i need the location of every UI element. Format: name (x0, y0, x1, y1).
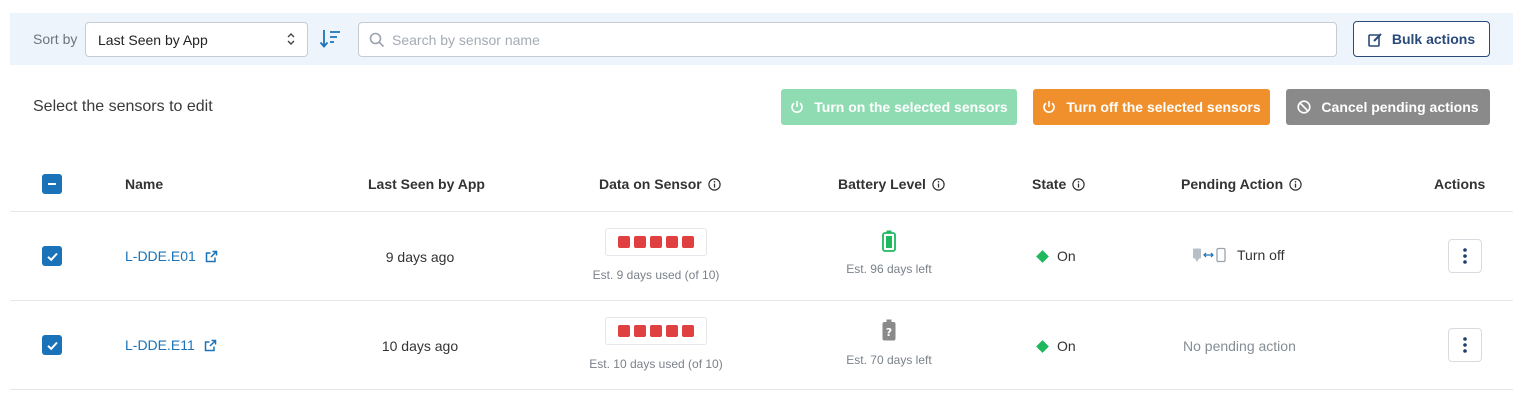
svg-text:?: ? (886, 326, 892, 339)
column-header-last-seen[interactable]: Last Seen by App (368, 176, 485, 192)
sort-by-select[interactable]: Last Seen by App (85, 22, 308, 57)
state-value: On (1057, 248, 1076, 264)
sensor-name: L-DDE.E01 (125, 248, 196, 264)
cancel-pending-button[interactable]: Cancel pending actions (1286, 89, 1490, 125)
last-seen-value: 10 days ago (381, 338, 459, 354)
row-actions-menu-button[interactable] (1448, 239, 1482, 273)
info-icon[interactable] (708, 177, 721, 191)
sensor-search-input[interactable] (392, 25, 1322, 54)
battery-unknown-icon: ? (882, 319, 896, 341)
row-checkbox[interactable] (42, 335, 62, 355)
select-updown-icon (287, 33, 295, 45)
data-block (666, 236, 678, 248)
sync-to-device-icon (1193, 247, 1226, 263)
turn-off-label: Turn off the selected sensors (1066, 99, 1261, 115)
section-title: Select the sensors to edit (33, 98, 213, 115)
row-checkbox[interactable] (42, 246, 62, 266)
more-vertical-icon (1463, 248, 1467, 264)
external-link-icon (204, 339, 217, 351)
sensor-search-box (358, 22, 1337, 57)
column-header-pending[interactable]: Pending Action (1181, 176, 1302, 192)
turn-on-selected-button[interactable]: Turn on the selected sensors (781, 89, 1017, 125)
sensor-name-link[interactable]: L-DDE.E01 (125, 248, 218, 264)
table-divider (10, 389, 1513, 390)
header-state-label: State (1032, 176, 1067, 192)
minus-icon (48, 183, 56, 185)
column-header-name[interactable]: Name (125, 176, 163, 192)
bulk-actions-button[interactable]: Bulk actions (1353, 21, 1490, 57)
sensor-name-link[interactable]: L-DDE.E11 (125, 337, 217, 353)
edit-icon (1368, 32, 1382, 47)
header-last-seen-label: Last Seen by App (368, 176, 485, 192)
check-icon (46, 252, 58, 261)
header-actions-label: Actions (1434, 176, 1486, 192)
state-on-indicator (1036, 249, 1049, 263)
data-usage-note: Est. 9 days used (of 10) (592, 268, 720, 282)
state-cell: On (1036, 338, 1076, 354)
data-block (650, 325, 662, 337)
data-block (634, 325, 646, 337)
header-name-label: Name (125, 176, 164, 192)
more-vertical-icon (1463, 337, 1467, 353)
column-header-battery[interactable]: Battery Level (838, 176, 945, 192)
row-actions-menu-button[interactable] (1448, 328, 1482, 362)
header-battery-label: Battery Level (838, 176, 926, 192)
power-icon (1043, 101, 1056, 113)
sort-by-value: Last Seen by App (98, 32, 208, 48)
data-usage-note: Est. 10 days used (of 10) (589, 357, 723, 371)
header-pending-label: Pending Action (1181, 176, 1284, 192)
turn-off-selected-button[interactable]: Turn off the selected sensors (1033, 89, 1270, 125)
header-data-label: Data on Sensor (599, 176, 702, 192)
data-usage-indicator (605, 317, 707, 345)
sort-direction-icon[interactable] (319, 28, 343, 50)
column-header-state[interactable]: State (1032, 176, 1085, 192)
table-divider (10, 211, 1513, 212)
battery-note: Est. 70 days left (846, 353, 932, 367)
info-icon[interactable] (1072, 177, 1085, 191)
column-header-data[interactable]: Data on Sensor (599, 176, 721, 192)
info-icon[interactable] (932, 177, 945, 191)
power-icon (791, 101, 804, 113)
data-block (650, 236, 662, 248)
pending-action-cell: Turn off (1191, 247, 1284, 263)
last-seen-value: 9 days ago (385, 249, 455, 265)
turn-on-label: Turn on the selected sensors (814, 99, 1008, 115)
data-block (634, 236, 646, 248)
check-icon (46, 341, 58, 350)
sort-by-label: Sort by (33, 31, 78, 47)
state-on-indicator (1036, 339, 1049, 353)
ban-icon (1297, 100, 1312, 114)
battery-full-icon (882, 230, 896, 252)
data-usage-indicator (605, 228, 707, 256)
select-all-checkbox[interactable] (42, 174, 62, 194)
data-block (682, 236, 694, 248)
data-block (666, 325, 678, 337)
sensor-name: L-DDE.E11 (125, 337, 195, 353)
info-icon[interactable] (1289, 177, 1302, 191)
data-block (618, 236, 630, 248)
data-block (682, 325, 694, 337)
column-header-actions: Actions (1434, 176, 1485, 192)
filter-toolbar: Sort by Last Seen by App Bulk actions (10, 13, 1513, 65)
state-cell: On (1036, 248, 1076, 264)
cancel-pending-label: Cancel pending actions (1321, 99, 1479, 115)
bulk-actions-label: Bulk actions (1391, 31, 1476, 47)
table-divider (10, 300, 1513, 301)
pending-action-value: Turn off (1237, 247, 1285, 263)
pending-action-value: No pending action (1183, 338, 1296, 354)
state-value: On (1057, 338, 1076, 354)
external-link-icon (205, 250, 218, 262)
search-icon (369, 32, 385, 48)
battery-note: Est. 96 days left (846, 262, 932, 276)
data-block (618, 325, 630, 337)
